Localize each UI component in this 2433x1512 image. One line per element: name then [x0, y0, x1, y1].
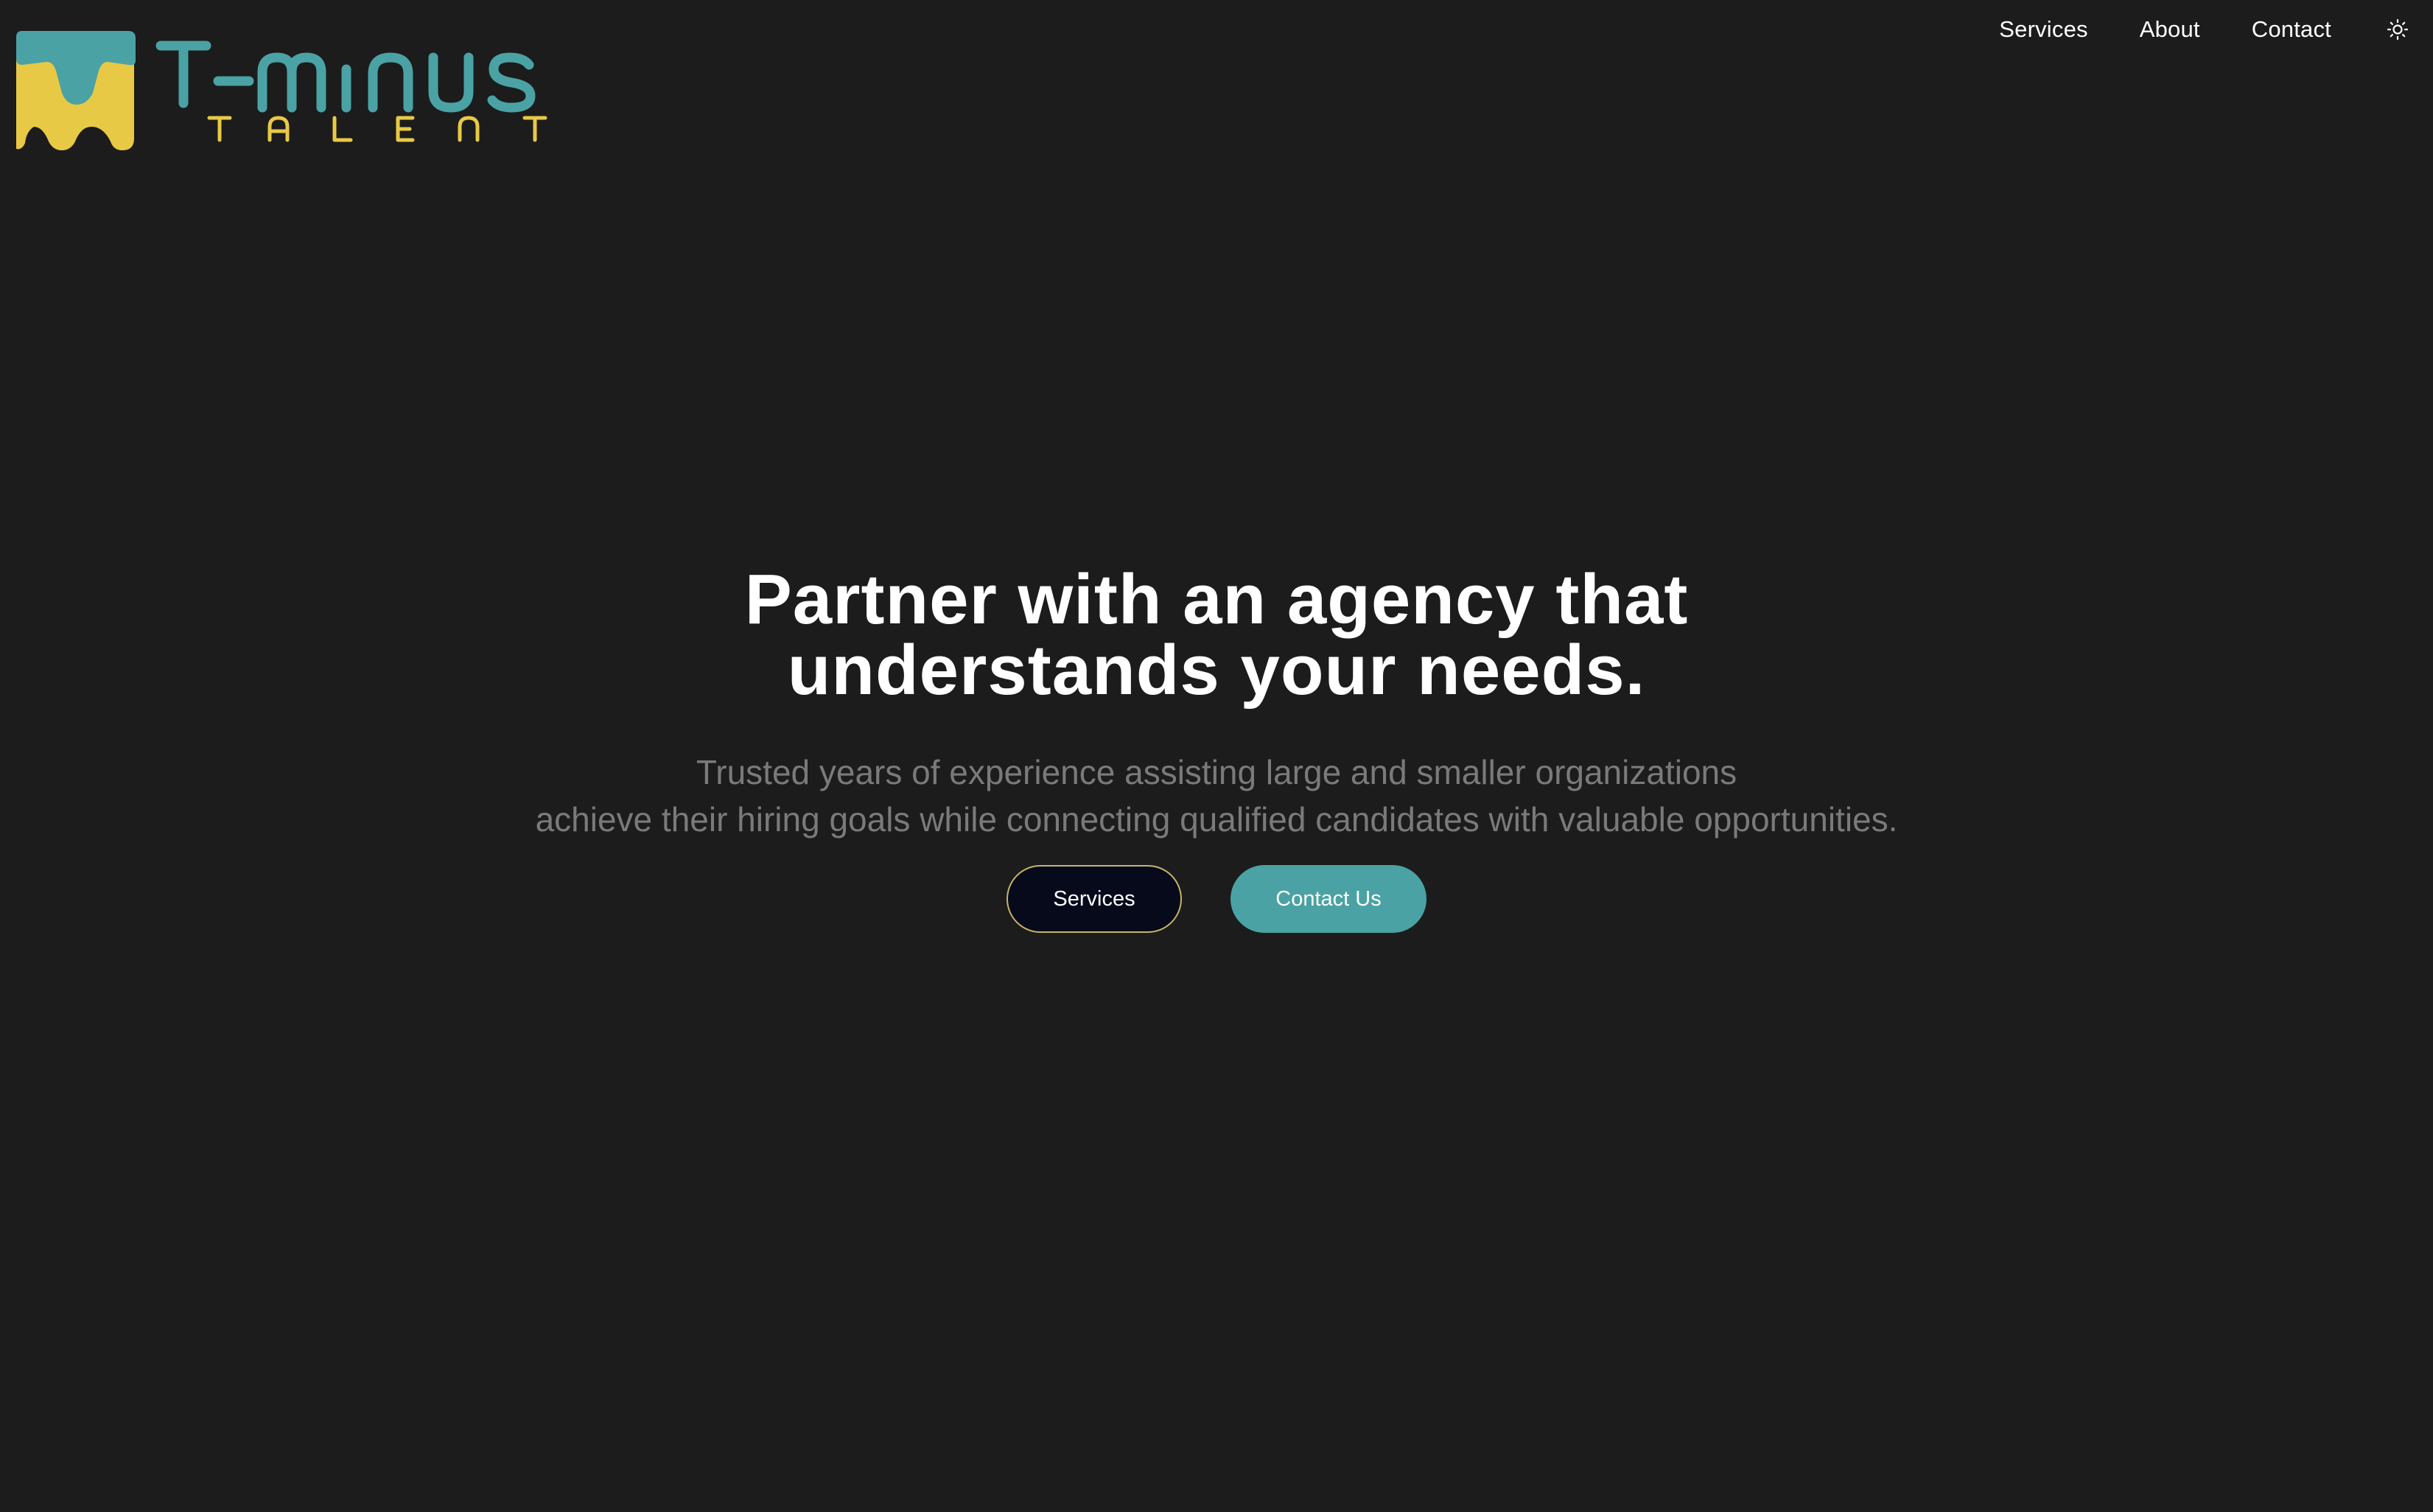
brand-logo[interactable]: T-MINUS TALENT: [16, 28, 598, 155]
hero-subtitle-line-2: achieve their hiring goals while connect…: [535, 800, 1898, 839]
services-button[interactable]: Services: [1007, 865, 1182, 933]
top-nav: Services About Contact: [1999, 13, 2412, 46]
nav-about-link[interactable]: About: [2140, 16, 2200, 43]
nav-services-link[interactable]: Services: [1999, 16, 2087, 43]
theme-toggle-button[interactable]: [2383, 15, 2412, 44]
hero-subtitle: Trusted years of experience assisting la…: [0, 749, 2433, 843]
hero-title: Partner with an agency that understands …: [0, 564, 2433, 706]
hero-subtitle-line-1: Trusted years of experience assisting la…: [696, 753, 1737, 791]
page: T-MINUS TALENT: [0, 0, 2433, 1512]
cta-row: Services Contact Us: [0, 865, 2433, 933]
hero-section: Partner with an agency that understands …: [0, 564, 2433, 933]
sun-icon: [2387, 18, 2409, 41]
nav-contact-link[interactable]: Contact: [2252, 16, 2331, 43]
hero-title-line-1: Partner with an agency that: [744, 560, 1689, 639]
hero-title-line-2: understands your needs.: [787, 631, 1646, 710]
t-minus-logo-icon: [16, 31, 547, 150]
contact-us-button[interactable]: Contact Us: [1230, 865, 1426, 933]
